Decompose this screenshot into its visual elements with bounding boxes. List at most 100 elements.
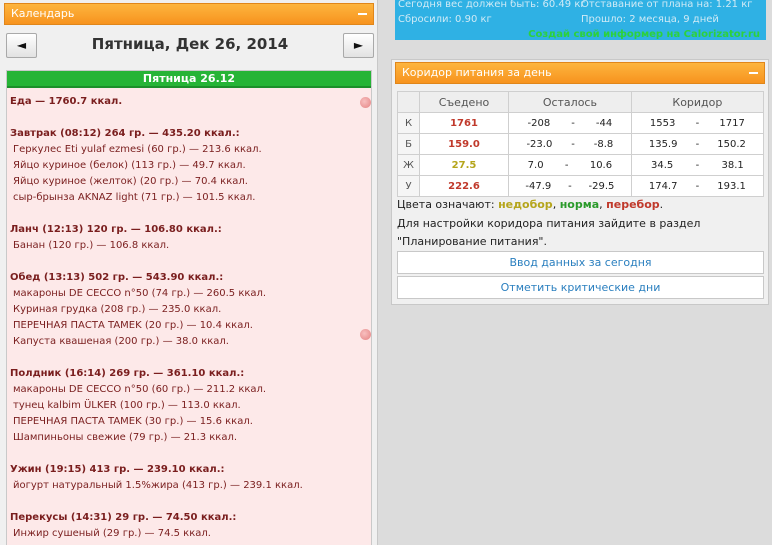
enter-today-data-button[interactable]: Ввод данных за сегодня [397, 251, 764, 274]
range-dash: - [695, 138, 700, 150]
corridor-table: Съедено Осталось Коридор К 1761 -208 - -44 15… [397, 91, 765, 197]
meal-summary: Еда — 1760.7 ккал. [10, 96, 123, 107]
legend-prefix: Цвета означают: [397, 198, 499, 211]
legend-separator: , [552, 198, 560, 211]
corridor-range: 135.9 - 150.2 [630, 133, 765, 155]
calendar-header[interactable]: Календарь [4, 3, 374, 25]
meal-summary: Перекусы (14:31) 29 гр. — 74.50 ккал.: [10, 512, 237, 523]
corridor-row: Б 159.0 -23.0 - -8.8 135.9 - 150.2 [397, 133, 765, 155]
meal-summary: Полдник (16:14) 269 гр. — 361.10 ккал.: [10, 368, 245, 379]
legend-under: недобор [498, 198, 553, 211]
food-item: тунец kalbim ÜLKER (100 гр.) — 113.0 кка… [13, 400, 241, 411]
column-header: Коридор [630, 91, 765, 113]
apple-icon [360, 97, 371, 108]
eaten-value: 1761 [419, 112, 509, 134]
eaten-value: 159.0 [419, 133, 509, 155]
collapse-icon[interactable] [748, 68, 759, 78]
remaining-from: 7.0 [527, 159, 544, 171]
lost-text: Сбросили: 0.90 кг [398, 14, 492, 25]
nutrition-corridor-panel: Коридор питания за день Съедено Осталось… [391, 59, 769, 305]
nutrient-label: Ж [397, 154, 420, 176]
informer-link[interactable]: Создай свой информер на Calorizator.ru [528, 29, 760, 40]
remaining-range: 7.0 - 10.6 [508, 154, 632, 176]
corridor-row: У 222.6 -47.9 - -29.5 174.7 - 193.1 [397, 175, 765, 197]
corridor-hint-line1: Для настройки коридора питания зайдите в… [397, 217, 701, 230]
mark-critical-days-button[interactable]: Отметить критические дни [397, 276, 764, 299]
food-item: Инжир сушеный (29 гр.) — 74.5 ккал. [13, 528, 211, 539]
legend-normal: норма [559, 198, 600, 211]
meal-summary: Обед (13:13) 502 гр. — 543.90 ккал.: [10, 272, 224, 283]
range-dash: - [564, 159, 569, 171]
corridor-from: 174.7 [648, 180, 678, 192]
date-navigation: ◄ Пятница, Дек 26, 2014 ► [6, 32, 374, 60]
food-item: Куриная грудка (208 гр.) — 235.0 ккал. [13, 304, 222, 315]
corridor-from: 135.9 [648, 138, 678, 150]
meal-summary: Ланч (12:13) 120 гр. — 106.80 ккал.: [10, 224, 222, 235]
remaining-to: 10.6 [589, 159, 613, 171]
food-item: ПЕРЕЧНАЯ ПАСТА TAMEK (20 гр.) — 10.4 кка… [13, 320, 253, 331]
remaining-to: -44 [595, 117, 613, 129]
remaining-from: -208 [527, 117, 551, 129]
corridor-to: 150.2 [717, 138, 746, 150]
meal-summary: Ужин (19:15) 413 гр. — 239.10 ккал.: [10, 464, 225, 475]
food-item: Капуста квашеная (200 гр.) — 38.0 ккал. [13, 336, 229, 347]
calendar-panel: Календарь ◄ Пятница, Дек 26, 2014 ► Пятн… [0, 0, 378, 545]
meal-summary: Завтрак (08:12) 264 гр. — 435.20 ккал.: [10, 128, 240, 139]
food-item: Яйцо куриное (белок) (113 гр.) — 49.7 кк… [13, 160, 246, 171]
right-column: Сегодня вес должен быть: 60.49 кг Отстав… [379, 0, 772, 545]
corridor-range: 174.7 - 193.1 [630, 175, 765, 197]
column-header: Съедено [419, 91, 509, 113]
corridor-to: 1717 [719, 117, 745, 129]
day-entries: Пятница 26.12 Еда — 1760.7 ккал. Завтрак … [6, 70, 372, 545]
prev-day-button[interactable]: ◄ [6, 33, 37, 58]
nutrient-label: Б [397, 133, 420, 155]
remaining-from: -47.9 [525, 180, 552, 192]
food-item: Геркулес Eti yulaf ezmesi (60 гр.) — 213… [13, 144, 262, 155]
food-item: Шампиньоны свежие (79 гр.) — 21.3 ккал. [13, 432, 238, 443]
range-dash: - [571, 117, 575, 129]
remaining-range: -47.9 - -29.5 [508, 175, 632, 197]
food-item: макароны DE CECCO n°50 (74 гр.) — 260.5 … [13, 288, 267, 299]
weight-target-text: Сегодня вес должен быть: 60.49 кг [398, 0, 586, 10]
remaining-to: -8.8 [593, 138, 614, 150]
legend-end: . [659, 198, 664, 211]
eaten-value: 27.5 [419, 154, 509, 176]
eaten-value: 222.6 [419, 175, 509, 197]
remaining-range: -23.0 - -8.8 [508, 133, 632, 155]
food-item: Яйцо куриное (желток) (20 гр.) — 70.4 кк… [13, 176, 248, 187]
range-dash: - [695, 117, 700, 129]
date-title: Пятница, Дек 26, 2014 [91, 35, 289, 53]
calendar-header-title: Календарь [11, 7, 75, 20]
collapse-icon[interactable] [357, 9, 368, 19]
color-legend: Цвета означают: недобор, норма, перебор. [397, 198, 663, 211]
corridor-header[interactable]: Коридор питания за день [395, 62, 765, 84]
food-item: Банан (120 гр.) — 106.8 ккал. [13, 240, 170, 251]
nutrient-label: К [397, 112, 420, 134]
food-item: макароны DE CECCO n°50 (60 гр.) — 211.2 … [13, 384, 267, 395]
corridor-header-title: Коридор питания за день [402, 66, 552, 79]
corridor-row: Ж 27.5 7.0 - 10.6 34.5 - 38.1 [397, 154, 765, 176]
day-label: Пятница 26.12 [7, 71, 371, 88]
remaining-to: -29.5 [588, 180, 615, 192]
range-dash: - [695, 159, 700, 171]
corridor-from: 34.5 [650, 159, 674, 171]
corridor-from: 1553 [649, 117, 676, 129]
column-header: Осталось [508, 91, 632, 113]
next-day-button[interactable]: ► [343, 33, 374, 58]
corridor-to: 193.1 [717, 180, 746, 192]
elapsed-text: Прошло: 2 месяца, 9 дней [581, 14, 719, 25]
food-list: Еда — 1760.7 ккал. Завтрак (08:12) 264 гр… [7, 88, 371, 542]
corridor-range: 1553 - 1717 [630, 112, 765, 134]
range-dash: - [568, 180, 572, 192]
corridor-range: 34.5 - 38.1 [630, 154, 765, 176]
range-dash: - [571, 138, 575, 150]
corridor-hint-line2: "Планирование питания". [397, 235, 547, 248]
legend-over: перебор [606, 198, 660, 211]
column-header [397, 91, 420, 113]
food-item: йогурт натуральный 1.5%жира (413 гр.) — … [13, 480, 303, 491]
